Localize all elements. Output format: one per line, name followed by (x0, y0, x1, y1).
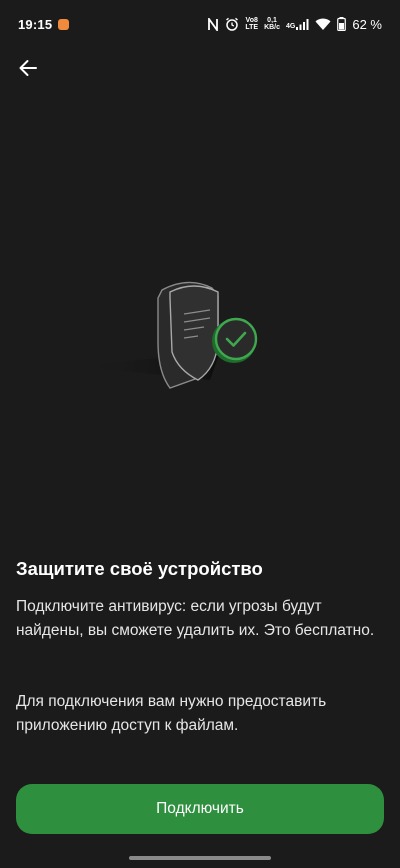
app-notification-icon (58, 18, 70, 30)
battery-icon (337, 17, 347, 31)
permission-paragraph: Для подключения вам нужно предоставить п… (16, 693, 327, 734)
battery-percent: 62 % (352, 16, 382, 32)
connect-button[interactable]: Подключить (16, 784, 384, 834)
shield-illustration (75, 281, 258, 389)
speed-unit: KB/c (264, 24, 281, 31)
volte-indicator: Vo8 LTE (245, 17, 258, 31)
arrow-left-icon (19, 60, 37, 76)
network-type: 4G (286, 18, 309, 30)
page-title: Защитите своё устройство (16, 558, 263, 579)
signal-icon (296, 19, 309, 30)
speed-value: 0,1 (267, 17, 277, 24)
volte-top-label: Vo8 (245, 17, 258, 24)
home-indicator[interactable] (129, 856, 271, 860)
wifi-icon (315, 18, 331, 30)
status-bar: 19:15 Vo8 LTE 0,1 KB/c 4G 62 % (0, 0, 400, 48)
description-paragraph: Подключите антивирус: если угрозы будут … (16, 598, 375, 639)
alarm-icon (226, 17, 239, 31)
check-badge (214, 317, 258, 361)
status-bar-right: Vo8 LTE 0,1 KB/c 4G 62 % (207, 17, 382, 32)
volte-bottom-label: LTE (245, 24, 259, 31)
network-type-label: 4G (286, 23, 296, 30)
status-time: 19:15 (18, 16, 53, 32)
nfc-icon (208, 17, 219, 31)
back-button[interactable] (12, 52, 44, 84)
network-speed: 0,1 KB/c (264, 17, 280, 31)
status-bar-left: 19:15 (18, 16, 70, 32)
